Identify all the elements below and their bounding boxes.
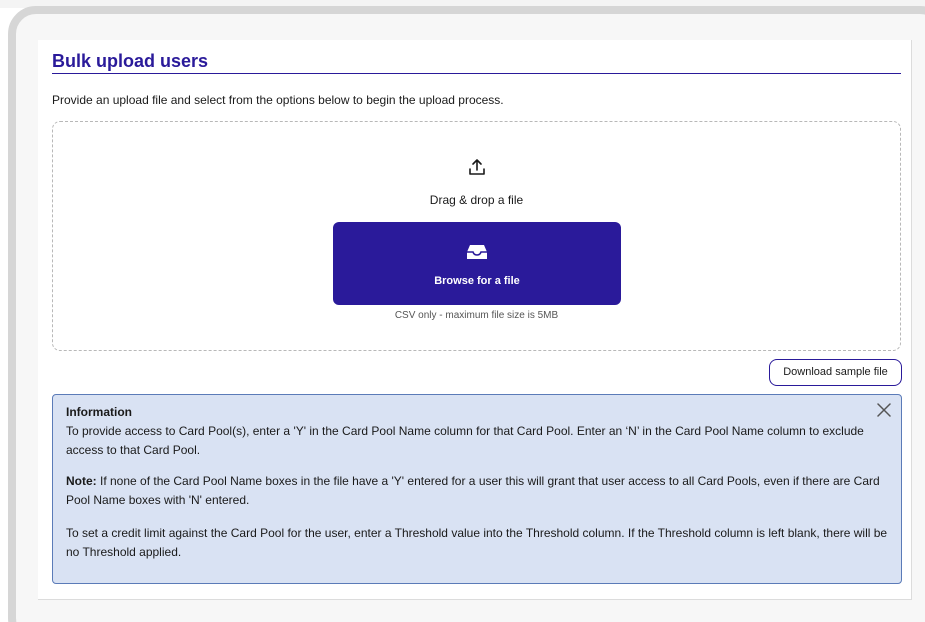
note-text: If none of the Card Pool Name boxes in t… — [66, 474, 880, 507]
browse-file-label: Browse for a file — [434, 275, 520, 287]
browse-file-button[interactable]: Browse for a file — [333, 222, 621, 305]
info-title: Information — [66, 405, 132, 419]
upload-icon — [469, 159, 485, 175]
inbox-tray-icon — [467, 245, 487, 259]
intro-text: Provide an upload file and select from t… — [52, 93, 504, 107]
download-sample-button[interactable]: Download sample file — [769, 359, 902, 386]
file-requirements-note: CSV only - maximum file size is 5MB — [394, 310, 559, 321]
close-icon[interactable] — [876, 402, 892, 418]
title-divider — [52, 73, 901, 74]
info-paragraph-access: To provide access to Card Pool(s), enter… — [66, 424, 864, 457]
page-title: Bulk upload users — [52, 51, 209, 71]
drag-drop-label: Drag & drop a file — [429, 193, 524, 207]
info-paragraph-threshold: To set a credit limit against the Card P… — [66, 526, 888, 559]
info-paragraph-note: Note: If none of the Card Pool Name boxe… — [66, 472, 896, 510]
information-panel: Information To provide access to Card Po… — [52, 394, 902, 584]
note-label: Note: — [66, 474, 97, 488]
